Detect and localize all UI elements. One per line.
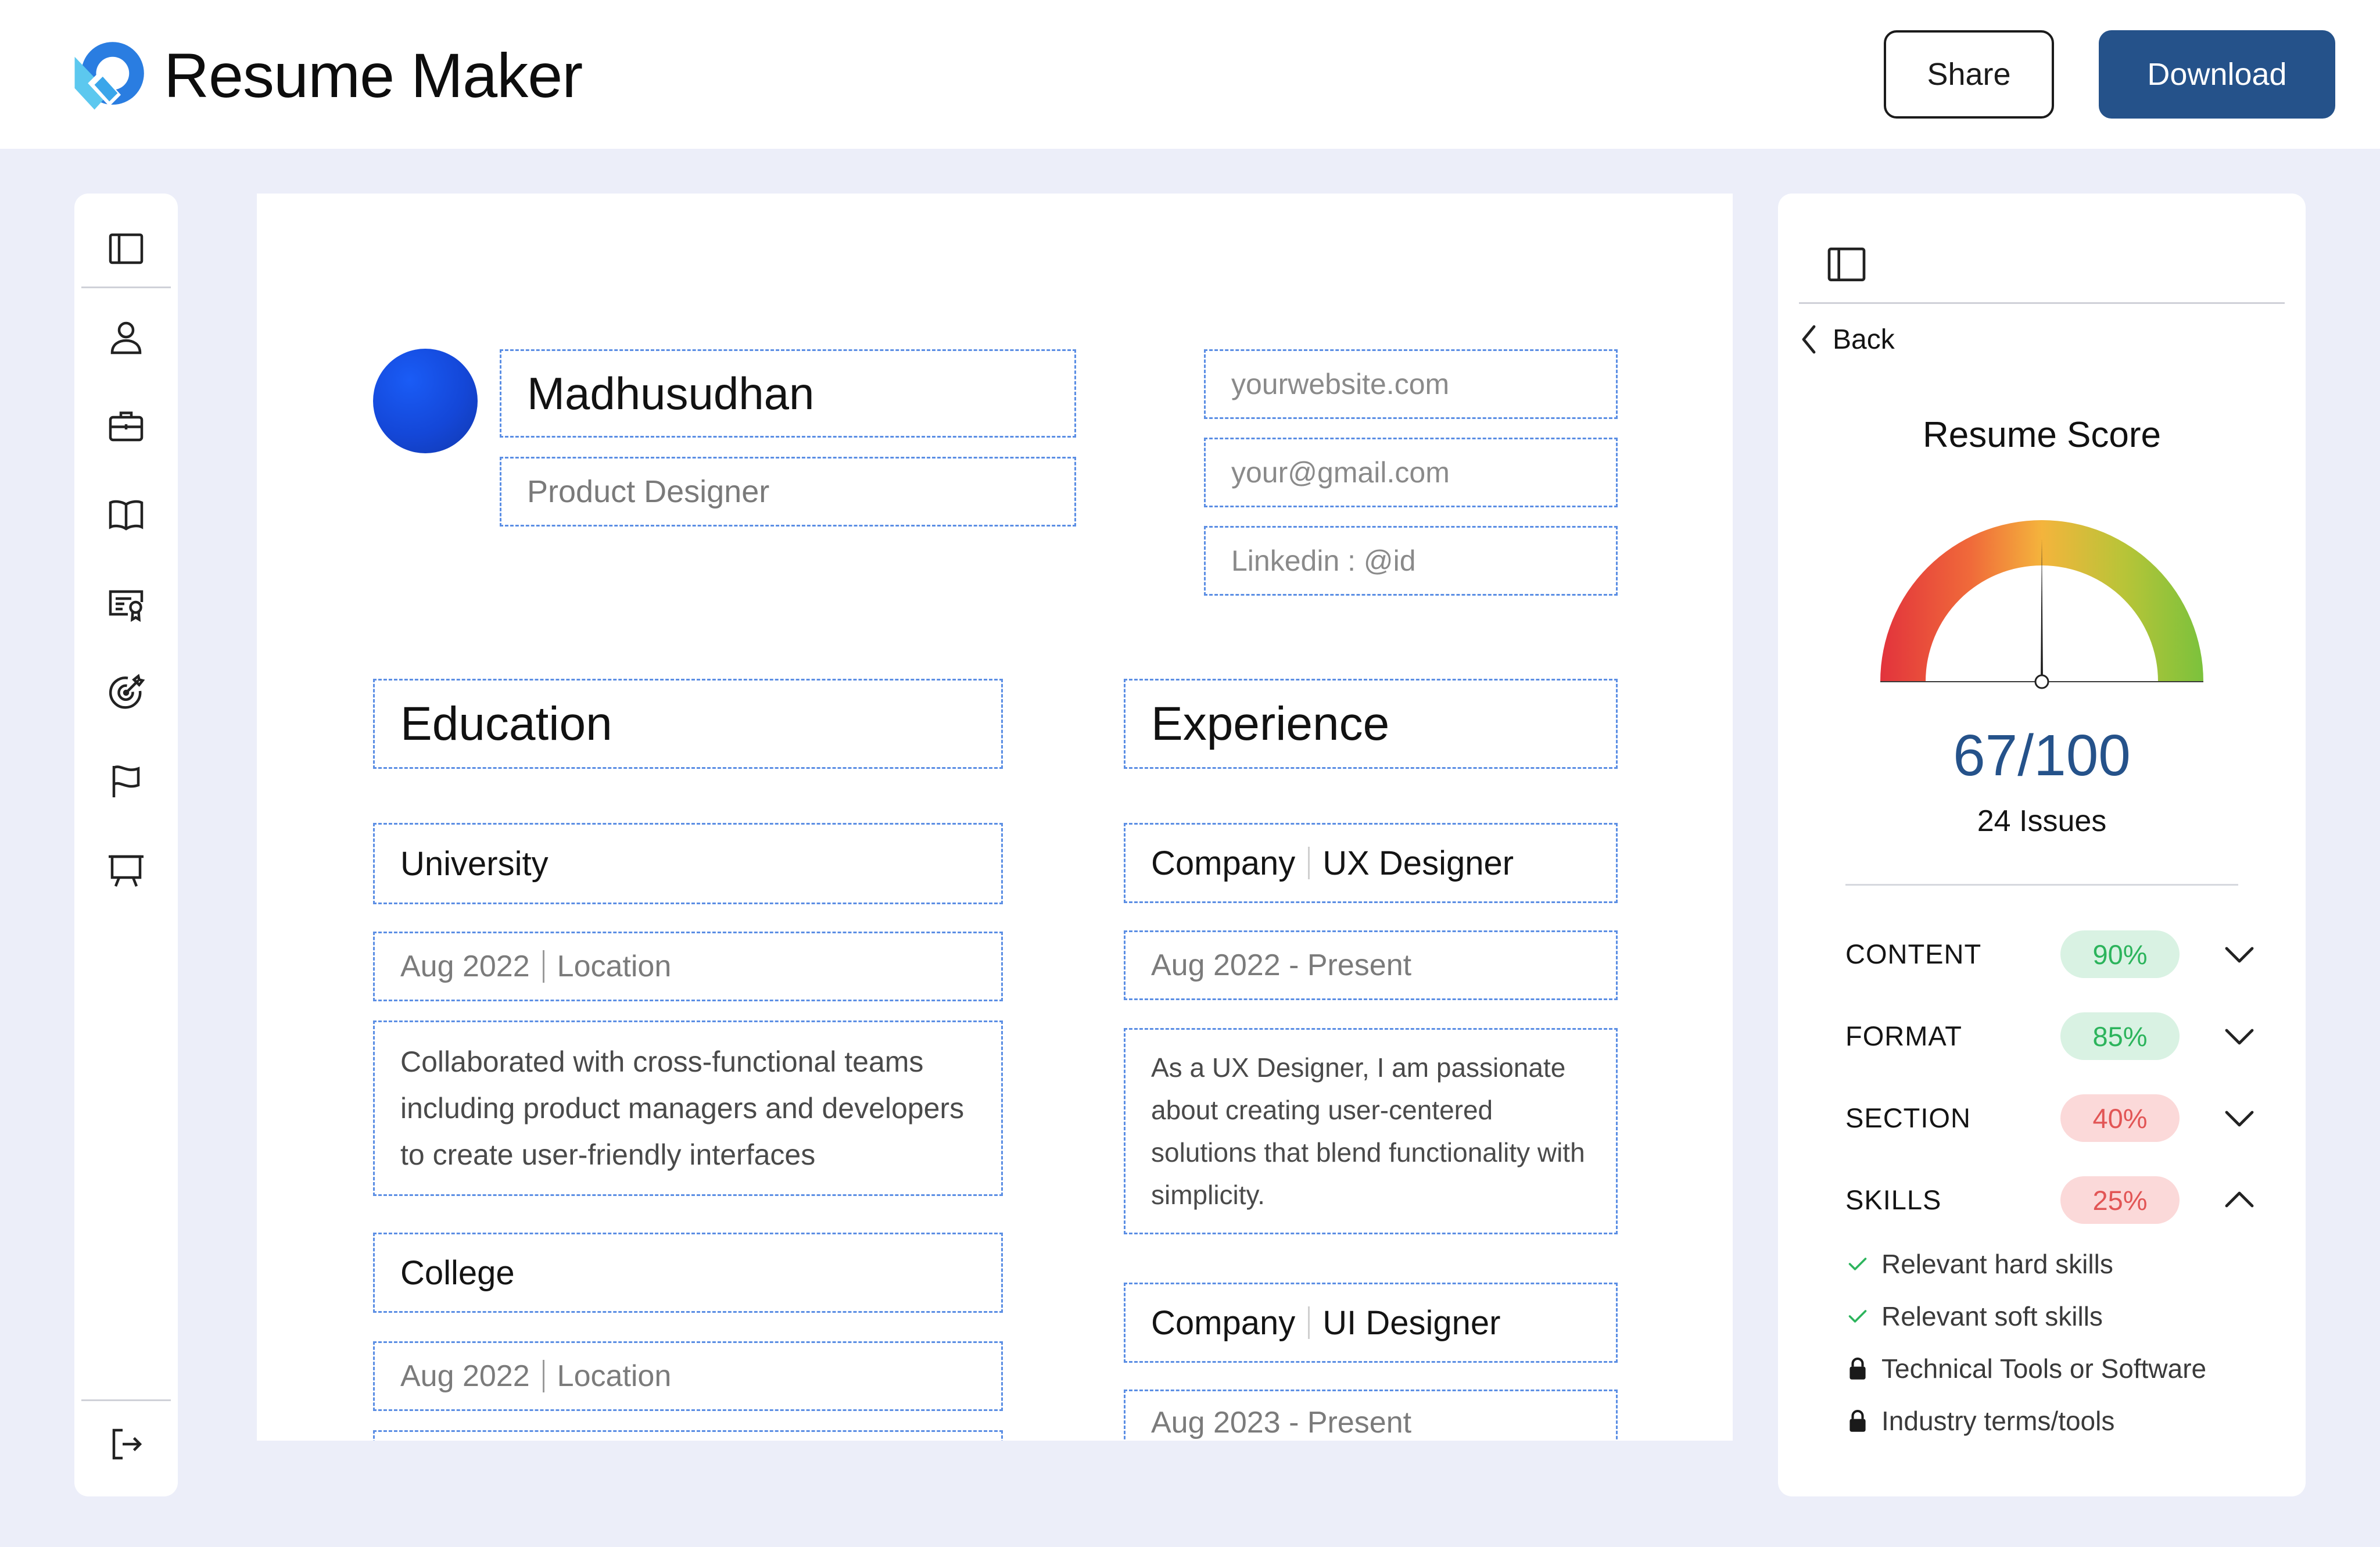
presentation-icon[interactable] [100, 844, 152, 897]
experience-dates-1[interactable]: Aug 2022 - Present [1124, 930, 1618, 1000]
score-gauge [1880, 520, 2203, 689]
briefcase-icon[interactable] [100, 400, 152, 452]
education-heading[interactable]: Education [373, 679, 1003, 769]
checklist-label: Relevant hard skills [1881, 1249, 2113, 1279]
email-field[interactable]: your@gmail.com [1204, 438, 1618, 507]
metric-label: SKILLS [1845, 1184, 1942, 1215]
education-date-location-2[interactable]: Aug 2022 Location [373, 1341, 1003, 1411]
lock-icon [1845, 1356, 1870, 1381]
chevron-down-icon[interactable] [2223, 1104, 2256, 1133]
metric-row-skills[interactable]: SKILLS 25% [1845, 1174, 2261, 1226]
resume-score-title: Resume Score [1922, 415, 2162, 455]
linkedin-field[interactable]: Linkedin : @id [1204, 526, 1618, 596]
back-button[interactable]: Back [1798, 313, 1895, 366]
score-value: 67/100 [1953, 723, 2131, 788]
issues-count: 24 Issues [1977, 804, 2107, 838]
experience-title-row-2[interactable]: Company UI Designer [1124, 1283, 1618, 1363]
user-icon[interactable] [100, 311, 152, 363]
panel-divider [1845, 884, 2238, 886]
status-badge: 85% [2060, 1012, 2180, 1060]
logout-icon[interactable] [100, 1418, 152, 1470]
education-institution-2[interactable]: College [373, 1233, 1003, 1313]
score-panel: Back Resume Score 67/100 24 Issues CONTE… [1778, 194, 2306, 1496]
gauge-pivot [2034, 674, 2049, 689]
divider [542, 1360, 544, 1392]
checklist-label: Technical Tools or Software [1881, 1353, 2207, 1384]
metric-row-section[interactable]: SECTION 40% [1845, 1092, 2261, 1144]
divider [1308, 1306, 1310, 1339]
education-date-1: Aug 2022 [400, 950, 530, 983]
metric-label: SECTION [1845, 1102, 1971, 1133]
experience-title-row-1[interactable]: Company UX Designer [1124, 823, 1618, 903]
download-button[interactable]: Download [2099, 30, 2335, 119]
flag-icon[interactable] [100, 755, 152, 808]
experience-title-1: UX Designer [1322, 844, 1514, 882]
checklist-item: Technical Tools or Software [1845, 1345, 2206, 1392]
metric-label: FORMAT [1845, 1020, 1962, 1051]
certificate-icon[interactable] [100, 578, 152, 630]
divider [542, 950, 544, 983]
chevron-up-icon[interactable] [2223, 1186, 2256, 1215]
experience-company-1: Company [1151, 844, 1296, 882]
check-icon [1845, 1252, 1870, 1276]
education-description-1[interactable]: Collaborated with cross-functional teams… [373, 1020, 1003, 1196]
back-label: Back [1833, 324, 1895, 355]
divider [1308, 847, 1310, 879]
status-badge: 25% [2060, 1176, 2180, 1224]
chevron-down-icon[interactable] [2223, 1022, 2256, 1051]
education-institution-1[interactable]: University [373, 823, 1003, 904]
education-next-field[interactable] [373, 1430, 1003, 1441]
top-bar: Resume Maker Share Download [0, 0, 2380, 149]
layout-panel-icon[interactable] [100, 223, 152, 275]
resume-maker-logo[interactable] [70, 34, 152, 116]
metric-row-content[interactable]: CONTENT 90% [1845, 928, 2261, 980]
layout-panel-icon[interactable] [1823, 241, 1870, 288]
checklist-item: Relevant soft skills [1845, 1293, 2103, 1340]
experience-company-2: Company [1151, 1304, 1296, 1342]
name-field[interactable]: Madhusudhan [500, 349, 1076, 438]
chevron-left-icon [1802, 325, 1816, 354]
experience-description-1[interactable]: As a UX Designer, I am passionate about … [1124, 1028, 1618, 1234]
metric-label: CONTENT [1845, 939, 1982, 969]
status-badge: 90% [2060, 930, 2180, 978]
app-title: Resume Maker [164, 40, 583, 110]
education-location-2: Location [557, 1359, 672, 1393]
role-field[interactable]: Product Designer [500, 457, 1076, 527]
education-location-1: Location [557, 950, 672, 983]
panel-divider [1799, 302, 2285, 304]
check-icon [1845, 1304, 1870, 1328]
avatar[interactable] [373, 349, 478, 453]
status-badge: 40% [2060, 1094, 2180, 1142]
experience-dates-2[interactable]: Aug 2023 - Present [1124, 1390, 1618, 1441]
education-date-2: Aug 2022 [400, 1359, 530, 1393]
checklist-item: Relevant hard skills [1845, 1241, 2113, 1287]
book-icon[interactable] [100, 489, 152, 541]
chevron-down-icon[interactable] [2223, 940, 2256, 969]
checklist-label: Industry terms/tools [1881, 1406, 2115, 1436]
target-icon[interactable] [100, 667, 152, 719]
sidebar-divider-bottom [81, 1399, 171, 1401]
experience-title-2: UI Designer [1322, 1304, 1501, 1342]
left-sidebar [74, 194, 178, 1496]
experience-heading[interactable]: Experience [1124, 679, 1618, 769]
lock-icon [1845, 1409, 1870, 1433]
checklist-item: Industry terms/tools [1845, 1398, 2114, 1444]
share-button[interactable]: Share [1884, 30, 2054, 119]
metric-row-format[interactable]: FORMAT 85% [1845, 1010, 2261, 1062]
resume-canvas: Madhusudhan Product Designer yourwebsite… [257, 194, 1733, 1441]
education-date-location-1[interactable]: Aug 2022 Location [373, 932, 1003, 1001]
checklist-label: Relevant soft skills [1881, 1301, 2103, 1331]
sidebar-divider [81, 287, 171, 288]
website-field[interactable]: yourwebsite.com [1204, 349, 1618, 419]
